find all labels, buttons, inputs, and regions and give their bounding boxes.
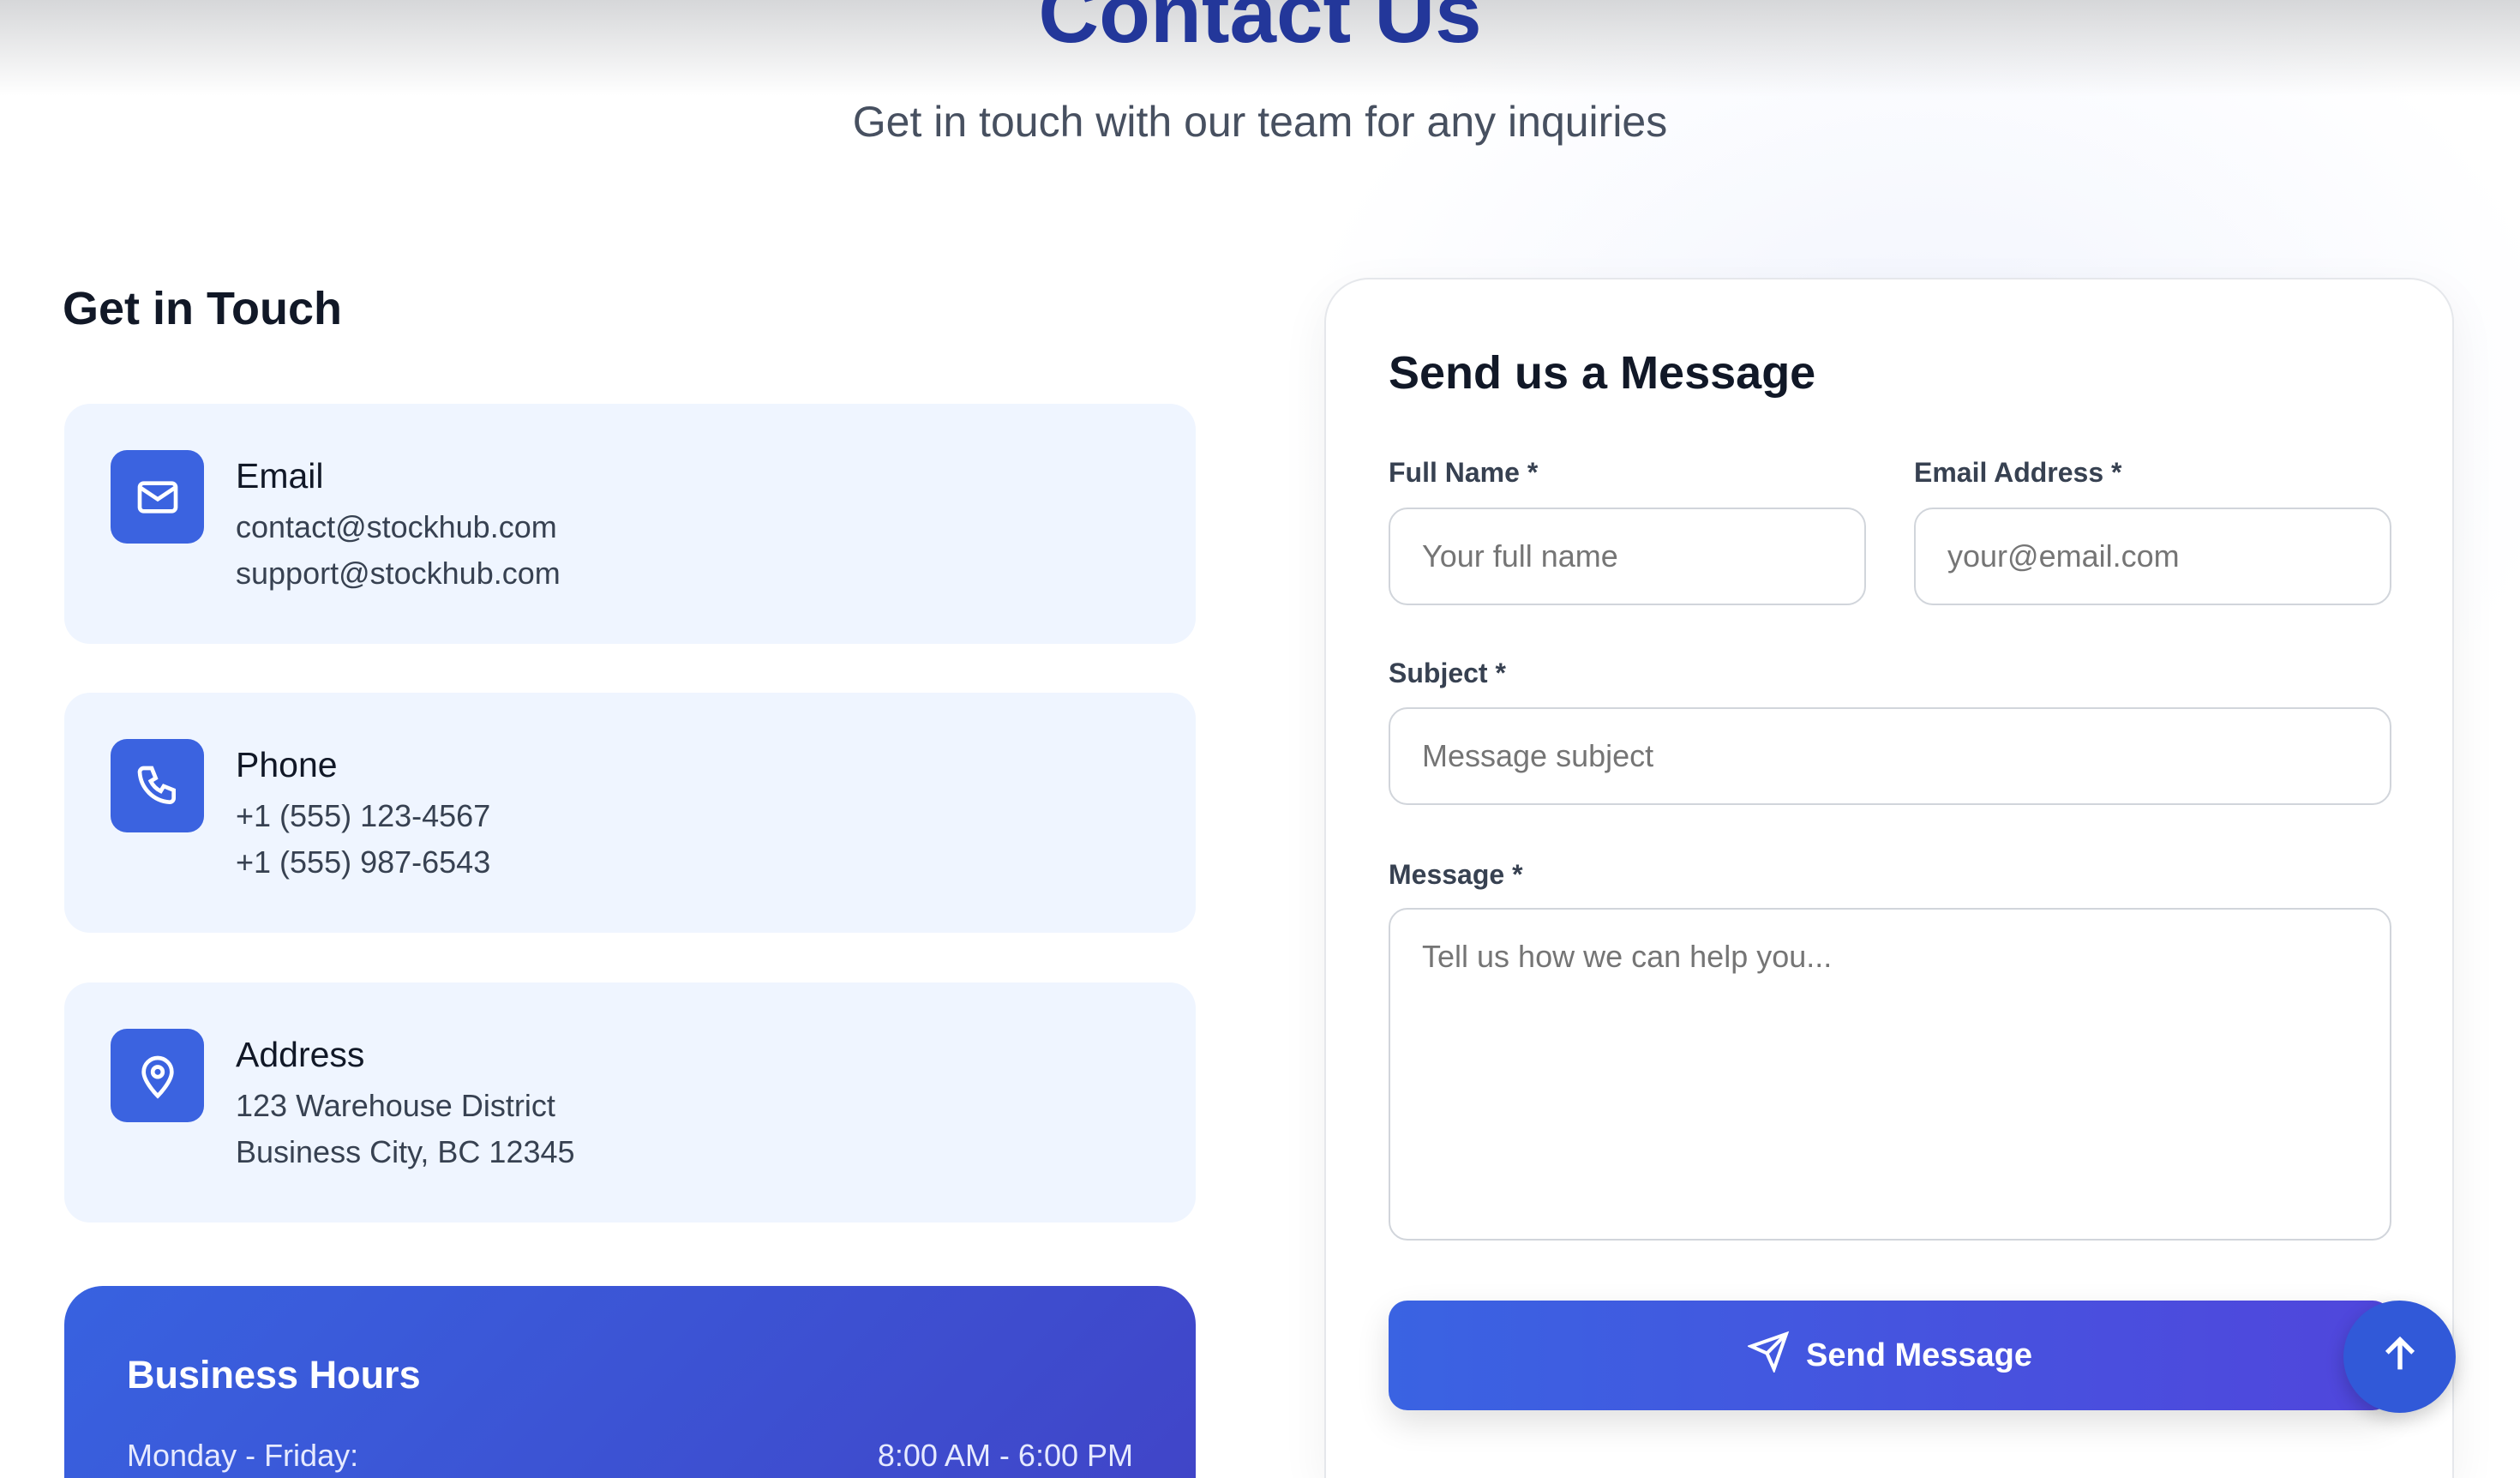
phone-number[interactable]: +1 (555) 987-6543	[236, 844, 490, 881]
scroll-to-top-button[interactable]	[2343, 1301, 2456, 1413]
subject-input[interactable]	[1389, 707, 2391, 805]
message-form: Send us a Message Full Name * Email Addr…	[1324, 278, 2454, 1478]
hours-day: Monday - Friday:	[127, 1438, 359, 1473]
page-title: Contact Us	[1038, 0, 1482, 60]
phone-number[interactable]: +1 (555) 123-4567	[236, 797, 490, 835]
mail-icon	[111, 450, 204, 544]
card-title: Address	[236, 1035, 365, 1074]
message-label: Message *	[1389, 859, 1523, 890]
address-line: 123 Warehouse District	[236, 1088, 555, 1123]
card-title: Phone	[236, 745, 338, 784]
form-heading: Send us a Message	[1389, 347, 1816, 399]
email-input[interactable]	[1914, 508, 2391, 605]
hours-time: 8:00 AM - 6:00 PM	[877, 1438, 1133, 1473]
subject-label: Subject *	[1389, 658, 1506, 688]
full-name-label: Full Name *	[1389, 457, 1539, 488]
phone-card: Phone +1 (555) 123-4567 +1 (555) 987-654…	[64, 693, 1196, 933]
business-hours-card: Business Hours Monday - Friday: 8:00 AM …	[64, 1286, 1196, 1478]
send-icon	[1746, 1331, 1790, 1381]
phone-icon	[111, 739, 204, 832]
get-in-touch-heading: Get in Touch	[63, 283, 342, 334]
arrow-up-icon	[2378, 1332, 2422, 1381]
send-message-button[interactable]: Send Message	[1389, 1301, 2391, 1410]
address-line: Business City, BC 12345	[236, 1134, 575, 1169]
business-hours-title: Business Hours	[127, 1353, 421, 1397]
full-name-input[interactable]	[1389, 508, 1866, 605]
page-subtitle: Get in touch with our team for any inqui…	[852, 98, 1668, 146]
send-message-label: Send Message	[1806, 1337, 2032, 1373]
email-link[interactable]: contact@stockhub.com	[236, 508, 557, 546]
email-label: Email Address *	[1914, 457, 2122, 488]
map-pin-icon	[111, 1029, 204, 1122]
address-card: Address 123 Warehouse District Business …	[64, 982, 1196, 1223]
card-title: Email	[236, 456, 324, 496]
contact-page: Contact Us Get in touch with our team fo…	[0, 0, 2520, 1478]
email-card: Email contact@stockhub.com support@stock…	[64, 404, 1196, 644]
message-textarea[interactable]	[1389, 908, 2391, 1241]
email-link[interactable]: support@stockhub.com	[236, 555, 561, 592]
